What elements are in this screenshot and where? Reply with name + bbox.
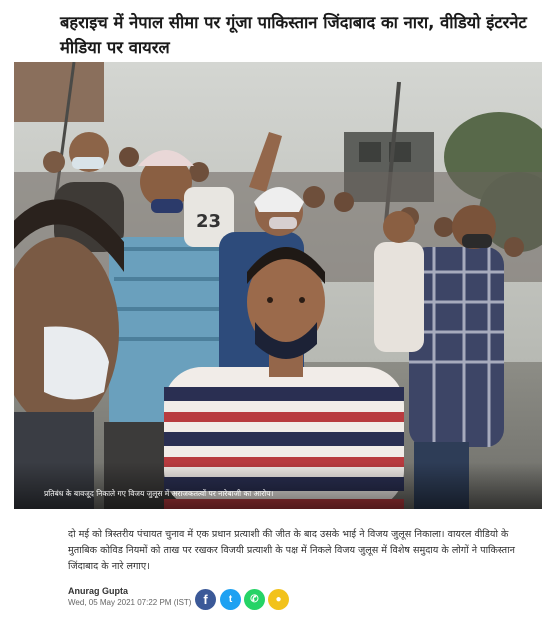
koo-share-icon[interactable]: ● [268,589,289,610]
author-name[interactable]: Anurag Gupta [68,586,128,596]
article-summary: दो मई को त्रिस्तरीय पंचायत चुनाव में एक … [68,529,515,572]
jersey-number: 23 [196,211,221,232]
article-headline: बहराइच में नेपाल सीमा पर गूंजा पाकिस्तान… [60,13,527,57]
publish-datetime: Wed, 05 May 2021 07:22 PM (IST) [68,598,192,607]
twitter-share-icon[interactable]: t [220,589,241,610]
image-caption: प्रतिबंध के बावजूद निकाले गए विजय जुलूस … [44,489,274,498]
whatsapp-share-icon[interactable]: ✆ [244,589,265,610]
article-page: बहराइच में नेपाल सीमा पर गूंजा पाकिस्तान… [0,0,557,620]
article-photo[interactable]: 23 [14,62,542,509]
crowd-photo-illustration: 23 [14,62,542,509]
facebook-share-icon[interactable]: f [195,589,216,610]
